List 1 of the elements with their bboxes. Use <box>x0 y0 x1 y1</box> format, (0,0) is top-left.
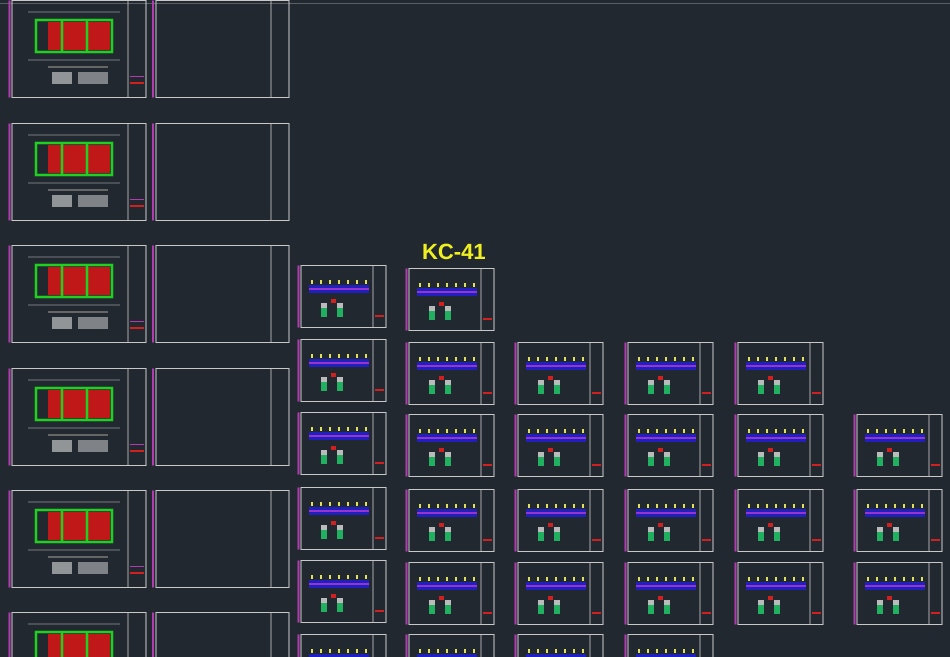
drawing-label: KC-41 <box>422 241 486 263</box>
